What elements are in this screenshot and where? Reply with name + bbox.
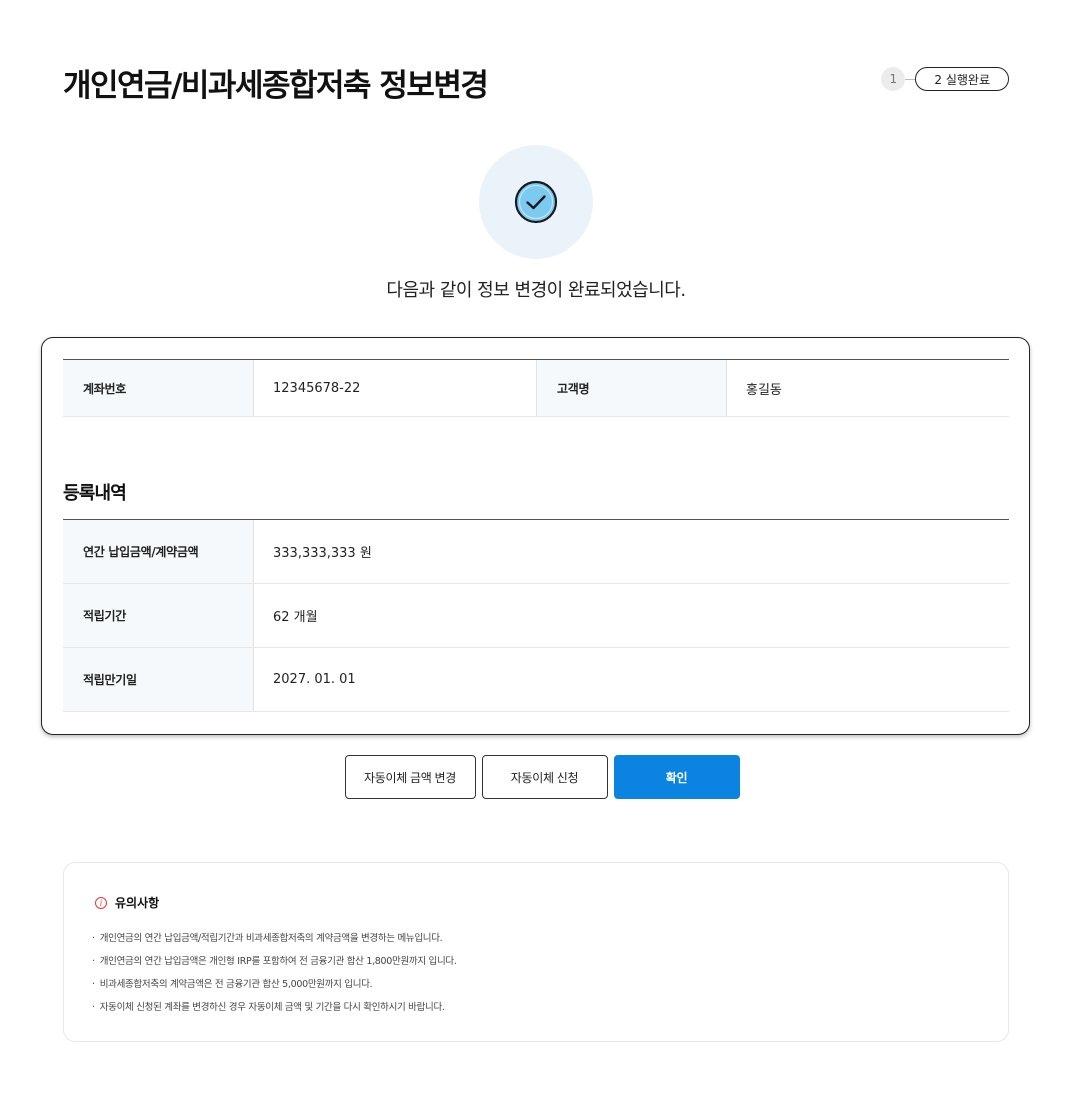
registration-section-title: 등록내역 <box>63 483 127 504</box>
notice-box: i 유의사항 개인연금의 연간 납입금액/적립기간과 비과세종합저축의 계약금액… <box>63 862 1009 1042</box>
maturity-date-value: 2027. 01. 01 <box>253 648 1009 711</box>
table-row: 적립만기일 2027. 01. 01 <box>63 648 1009 712</box>
result-card: 계좌번호 12345678-22 고객명 홍길동 등록내역 연간 납입금액/계약… <box>41 337 1030 735</box>
table-row: 계좌번호 12345678-22 고객명 홍길동 <box>63 360 1009 417</box>
saving-period-label: 적립기간 <box>63 584 253 647</box>
saving-period-value: 62 개월 <box>253 584 1009 647</box>
list-item: 자동이체 신청된 계좌를 변경하신 경우 자동이체 금액 및 기간을 다시 확인… <box>92 996 457 1019</box>
registration-table: 연간 납입금액/계약금액 333,333,333 원 적립기간 62 개월 적립… <box>63 519 1009 712</box>
apply-auto-transfer-button[interactable]: 자동이체 신청 <box>481 755 608 799</box>
info-icon: i <box>95 896 107 909</box>
check-circle-icon <box>514 180 558 224</box>
action-buttons: 자동이체 금액 변경 자동이체 신청 확인 <box>0 755 1072 799</box>
step-2-current: 2 실행완료 <box>915 67 1009 91</box>
list-item: 비과세종합저축의 계약금액은 전 금융기관 합산 5,000만원까지 입니다. <box>92 973 457 996</box>
step-1: 1 <box>881 67 906 91</box>
step-divider <box>905 78 916 80</box>
maturity-date-label: 적립만기일 <box>63 648 253 711</box>
success-badge <box>479 145 593 259</box>
step-indicator: 1 2 실행완료 <box>881 67 1009 91</box>
customer-name-value: 홍길동 <box>726 360 1009 416</box>
list-item: 개인연금의 연간 납입금액은 개인형 IRP를 포함하여 전 금융기관 합산 1… <box>92 950 457 973</box>
confirm-button[interactable]: 확인 <box>613 755 740 799</box>
account-info-table: 계좌번호 12345678-22 고객명 홍길동 <box>63 359 1009 417</box>
table-row: 적립기간 62 개월 <box>63 584 1009 648</box>
account-number-label: 계좌번호 <box>63 360 253 416</box>
change-auto-transfer-amount-button[interactable]: 자동이체 금액 변경 <box>344 755 476 799</box>
page-title: 개인연금/비과세종합저축 정보변경 <box>63 68 489 104</box>
account-number-value: 12345678-22 <box>253 360 536 416</box>
list-item: 개인연금의 연간 납입금액/적립기간과 비과세종합저축의 계약금액을 변경하는 … <box>92 927 457 950</box>
notice-title: 유의사항 <box>115 896 160 910</box>
table-row: 연간 납입금액/계약금액 333,333,333 원 <box>63 520 1009 584</box>
annual-payment-label: 연간 납입금액/계약금액 <box>63 520 253 583</box>
notice-list: 개인연금의 연간 납입금액/적립기간과 비과세종합저축의 계약금액을 변경하는 … <box>92 927 457 1019</box>
completion-message: 다음과 같이 정보 변경이 완료되었습니다. <box>386 280 686 301</box>
customer-name-label: 고객명 <box>536 360 726 416</box>
annual-payment-value: 333,333,333 원 <box>253 520 1009 583</box>
notice-header: i 유의사항 <box>95 894 159 911</box>
